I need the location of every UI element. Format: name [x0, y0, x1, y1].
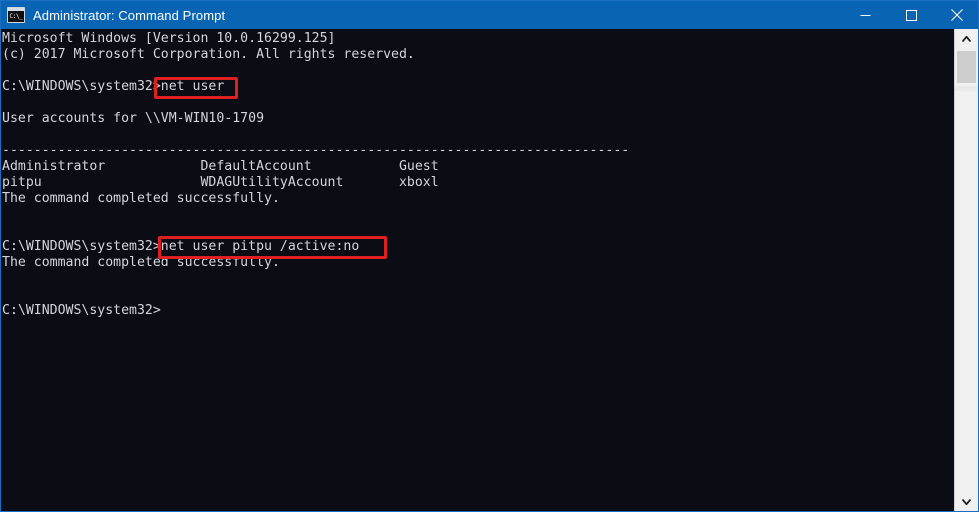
title-bar[interactable]: C:\_ Administrator: Command Prompt — [1, 1, 978, 29]
console-text: Microsoft Windows [Version 10.0.16299.12… — [2, 31, 630, 318]
cmd-console-icon: C:\_ — [7, 7, 25, 23]
chevron-down-icon — [962, 499, 971, 505]
console-output-area[interactable]: Microsoft Windows [Version 10.0.16299.12… — [1, 29, 956, 511]
window-title: Administrator: Command Prompt — [33, 7, 226, 23]
maximize-button[interactable] — [888, 1, 934, 29]
scroll-up-button[interactable] — [955, 29, 978, 49]
vertical-scrollbar[interactable] — [954, 29, 978, 511]
minimize-button[interactable] — [842, 1, 888, 29]
scrollbar-thumb[interactable] — [957, 51, 976, 83]
maximize-icon — [905, 9, 917, 21]
close-icon — [951, 9, 963, 21]
scroll-down-button[interactable] — [955, 492, 978, 511]
minimize-icon — [860, 14, 870, 16]
close-button[interactable] — [934, 1, 978, 29]
chevron-up-icon — [962, 36, 971, 42]
scrollbar-track[interactable] — [955, 86, 978, 91]
cmd-icon-glyph: C:\_ — [9, 12, 23, 20]
command-prompt-window: C:\_ Administrator: Command Prompt Micro… — [0, 0, 979, 512]
cmd-icon-titlebar-strip — [8, 8, 24, 11]
